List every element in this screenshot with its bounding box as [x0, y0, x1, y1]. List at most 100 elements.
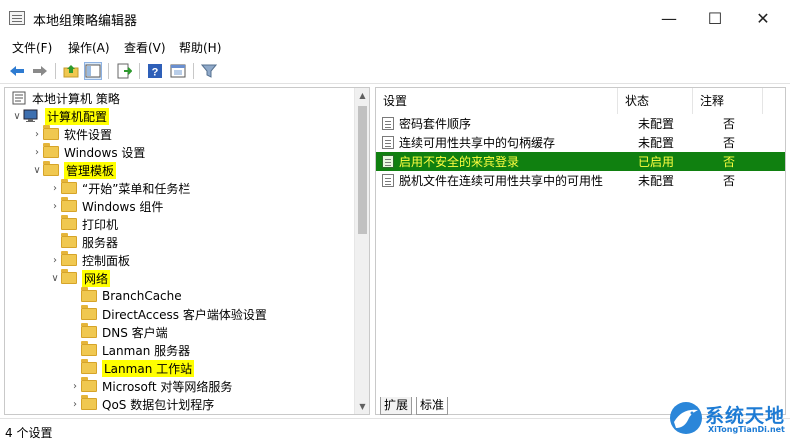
minimize-button[interactable]: — [646, 0, 692, 36]
tree-item-admin-templates[interactable]: ∨ 管理模板 [31, 161, 117, 179]
status-text: 4 个设置 [5, 426, 53, 440]
tree-item-label: QoS 数据包计划程序 [102, 397, 215, 412]
chevron-down-icon[interactable]: ∨ [11, 111, 23, 122]
setting-note: 否 [723, 117, 736, 131]
folder-icon [43, 161, 59, 176]
toolbar: ? [0, 58, 790, 84]
folder-icon [61, 179, 77, 194]
tree-item-label: Microsoft 对等网络服务 [102, 379, 233, 394]
column-header-note[interactable]: 注释 [693, 88, 763, 114]
setting-note: 否 [723, 174, 736, 188]
tree-item-label: Windows 设置 [64, 145, 146, 160]
tree-item-label: 软件设置 [64, 127, 113, 142]
tree-item-label: 打印机 [82, 217, 119, 232]
watermark-name: 系统天地 [705, 405, 786, 427]
setting-row[interactable]: 脱机文件在连续可用性共享中的可用性 未配置 否 [376, 171, 785, 190]
setting-state: 未配置 [638, 136, 675, 150]
filter-icon[interactable] [200, 62, 218, 80]
toolbar-separator [193, 63, 194, 79]
policy-setting-icon [382, 117, 394, 130]
folder-icon [61, 197, 77, 212]
tree-item-dns-client[interactable]: DNS 客户端 [69, 323, 168, 341]
folder-icon [61, 269, 77, 284]
menu-help[interactable]: 帮助(H) [179, 39, 221, 56]
tree-item-label: 计算机配置 [45, 107, 110, 125]
tree-item-label: DNS 客户端 [102, 325, 168, 340]
setting-name: 密码套件顺序 [399, 117, 472, 131]
help-icon[interactable]: ? [146, 62, 164, 80]
policy-tree-pane[interactable]: 本地计算机 策略 ∨ 计算机配置 › 软件设置 › Windows 设置 ∨ 管… [4, 87, 370, 415]
menu-action[interactable]: 操作(A) [68, 39, 110, 56]
tree-item-lanman-server[interactable]: Lanman 服务器 [69, 341, 190, 359]
toolbar-separator [55, 63, 56, 79]
folder-icon [61, 251, 77, 266]
view-tabs: 扩展 标准 [375, 397, 615, 416]
close-button[interactable]: ✕ [740, 0, 786, 36]
export-list-icon[interactable] [115, 62, 133, 80]
chevron-down-icon[interactable]: ∨ [31, 165, 43, 176]
tree-root-label: 本地计算机 策略 [32, 91, 120, 106]
chevron-right-icon[interactable]: › [69, 399, 81, 410]
folder-icon [81, 341, 97, 356]
chevron-right-icon[interactable]: › [49, 201, 61, 212]
computer-icon [23, 109, 38, 122]
tree-item-label: 控制面板 [82, 253, 131, 268]
tree-item-server[interactable]: 服务器 [49, 233, 118, 251]
tree-item-qos[interactable]: › QoS 数据包计划程序 [69, 395, 214, 413]
forward-arrow-icon[interactable] [31, 62, 49, 80]
folder-icon [81, 377, 97, 392]
chevron-down-icon[interactable]: ∨ [49, 273, 61, 284]
policy-scroll-icon [12, 91, 26, 105]
tree-item-branchcache[interactable]: BranchCache [69, 287, 182, 305]
setting-row-selected[interactable]: 启用不安全的来宾登录 已启用 否 [376, 152, 785, 171]
tree-item-computer-config[interactable]: ∨ 计算机配置 [11, 107, 110, 125]
chevron-right-icon[interactable]: › [69, 381, 81, 392]
column-header-state[interactable]: 状态 [618, 88, 693, 114]
tree-scrollbar[interactable]: ▲ ▼ [354, 88, 369, 414]
setting-state: 已启用 [638, 155, 675, 169]
tree-item-label: 网络 [82, 269, 111, 287]
up-folder-icon[interactable] [62, 62, 80, 80]
tree-item-start-menu[interactable]: › “开始”菜单和任务栏 [49, 179, 190, 197]
tree-item-network[interactable]: ∨ 网络 [49, 269, 111, 287]
chevron-right-icon[interactable]: › [31, 147, 43, 158]
toolbar-separator [139, 63, 140, 79]
folder-icon [81, 287, 97, 302]
tree-item-windows-settings[interactable]: › Windows 设置 [31, 143, 145, 161]
tree-item-software-settings[interactable]: › 软件设置 [31, 125, 112, 143]
back-arrow-icon[interactable] [8, 62, 26, 80]
setting-note: 否 [723, 155, 736, 169]
setting-row[interactable]: 连续可用性共享中的句柄缓存 未配置 否 [376, 133, 785, 152]
chevron-right-icon[interactable]: › [49, 183, 61, 194]
tree-item-control-panel[interactable]: › 控制面板 [49, 251, 130, 269]
tree-item-label: Windows 组件 [82, 199, 164, 214]
tree-item-windows-components[interactable]: › Windows 组件 [49, 197, 163, 215]
tree-item-label: BranchCache [102, 289, 182, 303]
scroll-down-icon[interactable]: ▼ [355, 399, 369, 414]
tree-item-directaccess[interactable]: DirectAccess 客户端体验设置 [69, 305, 267, 323]
folder-icon [61, 233, 77, 248]
tree-item-label: Lanman 服务器 [102, 343, 191, 358]
scroll-up-icon[interactable]: ▲ [355, 88, 369, 103]
setting-name: 脱机文件在连续可用性共享中的可用性 [399, 174, 604, 188]
properties-view-icon[interactable] [169, 62, 187, 80]
tree-item-printers[interactable]: 打印机 [49, 215, 118, 233]
menu-file[interactable]: 文件(F) [12, 39, 52, 56]
show-hide-tree-icon[interactable] [84, 62, 102, 80]
menu-view[interactable]: 查看(V) [124, 39, 166, 56]
tree-item-lanman-workstation[interactable]: Lanman 工作站 [69, 359, 195, 377]
setting-name: 启用不安全的来宾登录 [399, 155, 520, 169]
maximize-button[interactable]: ☐ [692, 0, 738, 36]
tree-root[interactable]: 本地计算机 策略 [11, 89, 120, 107]
tab-standard[interactable]: 标准 [416, 397, 449, 415]
column-header-setting[interactable]: 设置 [376, 88, 618, 114]
chevron-right-icon[interactable]: › [31, 129, 43, 140]
folder-icon [61, 215, 77, 230]
settings-list-pane[interactable]: 设置 状态 注释 密码套件顺序 未配置 否 连续可用性共享中的句柄缓存 未配置 … [375, 87, 786, 415]
scrollbar-thumb[interactable] [358, 106, 367, 234]
tab-extended[interactable]: 扩展 [380, 397, 413, 415]
setting-row[interactable]: 密码套件顺序 未配置 否 [376, 114, 785, 133]
tree-item-p2p-networking[interactable]: › Microsoft 对等网络服务 [69, 377, 232, 395]
tree-item-label: DirectAccess 客户端体验设置 [102, 307, 267, 322]
chevron-right-icon[interactable]: › [49, 255, 61, 266]
